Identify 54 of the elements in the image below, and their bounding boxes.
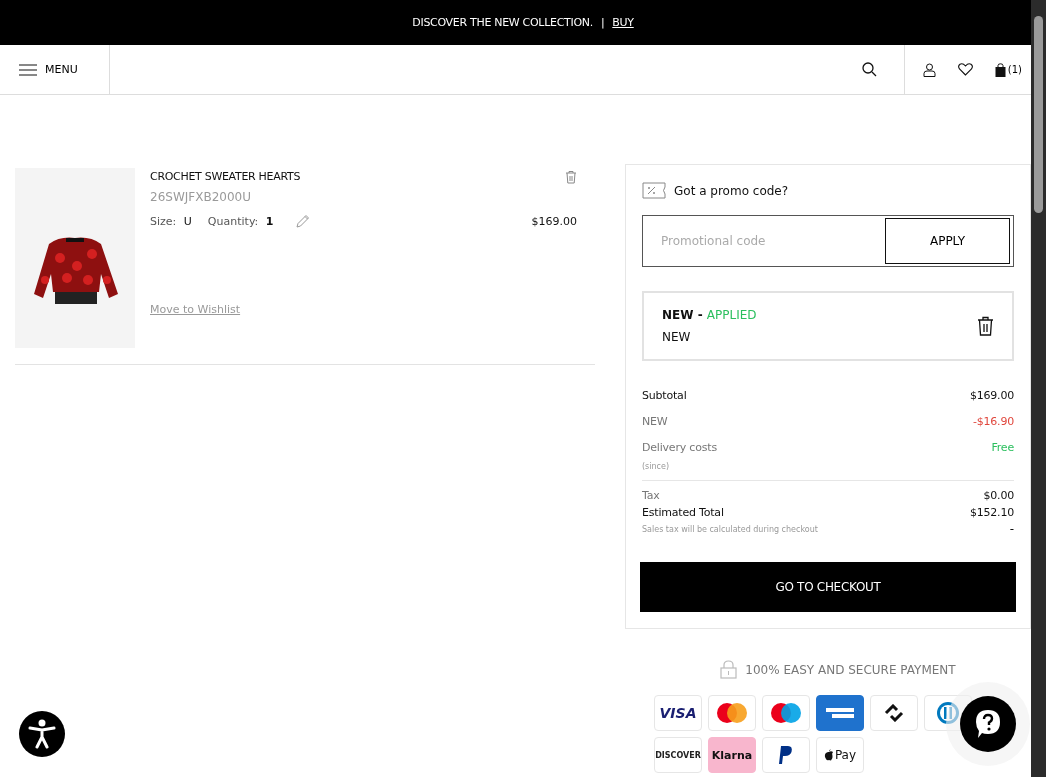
payment-card: DISCOVER	[654, 737, 702, 773]
mastercard-logo-icon	[715, 702, 749, 724]
paypal-logo-icon	[778, 745, 794, 765]
secure-payment-text: 100% EASY AND SECURE PAYMENT	[745, 662, 956, 677]
ticket-icon	[642, 182, 666, 199]
buy-link[interactable]: BUY	[612, 16, 634, 29]
accessibility-button[interactable]	[19, 711, 65, 757]
scrollbar[interactable]	[1031, 0, 1046, 777]
question-bubble-icon	[973, 708, 1003, 740]
summary-value: $0.00	[983, 489, 1014, 502]
summary-label: Subtotal	[642, 389, 687, 402]
product-sku: 26SWJFXB2000U	[150, 190, 252, 204]
accessibility-icon	[28, 719, 56, 749]
payment-card: VISA	[654, 695, 702, 731]
quantity-text: Quantity: 1	[207, 215, 274, 228]
summary-note: (since)	[642, 462, 671, 471]
trash-icon[interactable]	[977, 316, 994, 336]
summary-label: NEW	[642, 415, 668, 428]
promo-title-text: Got a promo code?	[674, 183, 789, 198]
user-icon[interactable]	[922, 62, 936, 77]
summary-value: -$16.90	[972, 415, 1014, 428]
tax-note: Sales tax will be calculated during checkout	[642, 524, 818, 534]
checkout-button[interactable]: GO TO CHECKOUT	[640, 562, 1016, 612]
summary-value: $169.00	[969, 389, 1014, 402]
product-price: $169.00	[531, 215, 577, 228]
size-text: Size: U	[150, 215, 192, 228]
applied-code-title: NEW - APPLIED	[662, 308, 757, 322]
summary-label: Estimated Total	[642, 506, 724, 519]
scrollbar-thumb[interactable]	[1034, 16, 1043, 213]
diners-logo-icon	[936, 701, 960, 725]
tax-note-value: -	[1009, 522, 1014, 536]
search-icon[interactable]	[862, 62, 878, 77]
summary-value: Free	[991, 441, 1014, 454]
apple-icon	[823, 749, 834, 761]
cart-button[interactable]: (1)	[994, 62, 1022, 77]
maestro-logo-icon	[769, 702, 803, 724]
applied-code-description: NEW	[662, 330, 692, 344]
announcement-text: DISCOVER THE NEW COLLECTION.	[412, 16, 593, 29]
product-name: CROCHET SWEATER HEARTS	[150, 170, 301, 183]
menu-button[interactable]: MENU	[0, 45, 110, 94]
summary-label: Delivery costs	[642, 441, 717, 454]
apply-button[interactable]: APPLY	[885, 218, 1010, 264]
summary-label: Tax	[642, 489, 660, 502]
help-chat-button[interactable]	[960, 696, 1016, 752]
heart-icon[interactable]	[957, 63, 973, 76]
chain-logo-icon	[883, 704, 905, 722]
separator-text: |	[600, 16, 605, 29]
menu-icon	[19, 63, 37, 76]
payment-card: Klarna	[708, 737, 756, 773]
amex-logo-icon	[824, 706, 856, 720]
summary-value: $152.10	[969, 506, 1014, 519]
lock-icon	[720, 660, 738, 679]
payment-card: Pay	[816, 737, 864, 773]
bag-icon	[994, 62, 1006, 77]
